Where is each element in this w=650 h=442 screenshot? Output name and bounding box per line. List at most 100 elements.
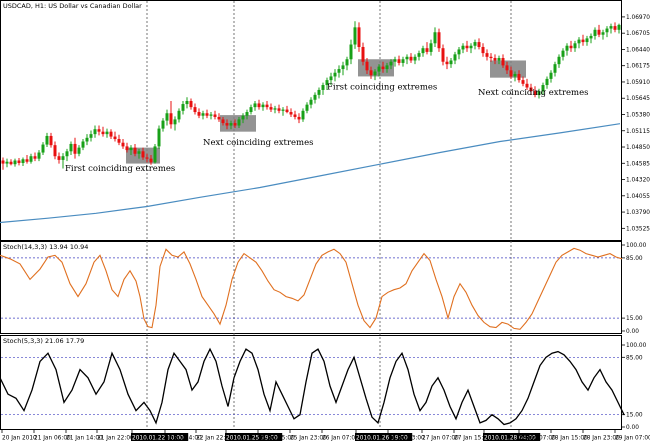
stoch14-title: Stoch(14,3,3) 13.94 10.94 [3,243,88,251]
candle-body [285,109,289,113]
candle-body [425,48,429,52]
candle-body [273,108,277,110]
candle-body [449,60,453,65]
candle-body [385,65,389,70]
candle-body [401,59,405,63]
price-tick-label-8: 1.04850 [626,145,650,151]
candle-body [265,104,269,108]
candle-body [73,143,77,154]
candle-80 [321,82,325,95]
stoch5-tick-label-1: 85.00 [626,355,643,361]
candle-19 [77,145,81,157]
candle-154 [617,23,621,34]
price-tick-label-11: 1.04055 [626,194,650,200]
candle-28 [113,131,117,142]
candle-body [445,61,449,65]
candle-149 [597,24,601,38]
candle-body [101,131,105,135]
stoch14-tick-label-1: 85.00 [626,256,643,262]
candle-9 [37,150,41,162]
candle-145 [581,34,585,46]
candle-146 [585,35,589,46]
candle-body [209,114,213,116]
candle-6 [25,154,29,164]
annotation-label-0: First coinciding extremes [65,164,175,174]
candle-body [173,119,177,125]
candle-100 [401,56,405,67]
candle-2 [9,159,13,166]
candle-71 [285,105,289,114]
stoch5-title: Stoch(5,3,3) 21.06 17.79 [3,337,84,345]
candle-body [105,131,109,135]
candle-7 [29,153,33,164]
candle-body [89,134,93,138]
candle-body [617,24,621,30]
candle-142 [569,40,573,52]
candle-body [349,44,353,60]
candle-body [193,107,197,113]
candle-150 [601,29,605,40]
candle-body [57,156,61,160]
candle-72 [289,108,293,117]
candle-body [21,159,25,163]
candle-67 [269,103,273,113]
candle-body [569,45,573,49]
candle-121 [485,49,489,61]
stoch5-axis: 100.00 85.00 15.00 0.00 [622,343,647,431]
candle-40 [161,118,165,132]
price-tick-label-6: 1.05380 [626,112,650,118]
candle-68 [273,105,277,114]
candle-20 [81,139,85,151]
vertical-markers [146,1,512,429]
candle-103 [413,54,417,65]
candle-body [597,29,601,35]
candle-50 [201,110,205,120]
candle-body [201,113,205,116]
chart-canvas: First coinciding extremes Next coinciding… [0,0,650,442]
candle-70 [281,107,285,116]
candle-body [493,58,497,61]
candle-body [33,156,37,159]
price-tick-label-7: 1.05115 [626,129,650,135]
candle-151 [605,26,609,38]
candle-body [145,157,149,159]
candle-body [465,45,469,49]
candle-body [97,129,101,132]
candle-51 [205,109,209,119]
candle-38 [153,143,157,164]
price-tick-label-9: 1.04585 [626,161,650,167]
candle-body [397,59,401,63]
candle-body [565,45,569,51]
candle-body [125,146,129,151]
candle-body [361,46,365,62]
candle-3 [13,158,17,167]
candle-body [557,56,561,65]
candle-107 [429,39,433,56]
candle-46 [185,97,189,109]
candle-body [377,66,381,72]
candle-109 [437,28,441,52]
candle-116 [465,40,469,52]
candle-body [317,89,321,95]
candle-112 [449,58,453,68]
candle-69 [277,104,281,114]
candle-23 [93,125,97,138]
candle-body [605,28,609,33]
candle-49 [197,108,201,119]
candle-body [593,29,597,36]
price-tick-label-10: 1.04320 [626,178,650,184]
candle-body [93,129,97,135]
candle-body [185,100,189,105]
candle-body [393,59,397,62]
candle-body [601,32,605,35]
candle-body [261,104,265,108]
time-label-12: 26 Jan 23:00 [388,436,425,442]
candle-10 [41,142,45,155]
candle-120 [481,43,485,57]
price-axis: 1.06970 1.06705 1.06440 1.06175 1.05910 1.056… [622,15,650,232]
candle-body [561,50,565,57]
candle-body [581,39,585,43]
candle-body [253,103,257,108]
price-tick-label-4: 1.05910 [626,80,650,86]
candle-26 [105,128,109,138]
